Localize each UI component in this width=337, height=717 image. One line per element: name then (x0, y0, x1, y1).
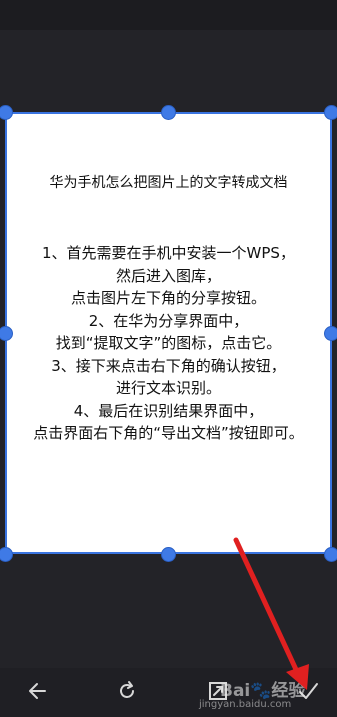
document-line: 进行文本识别。 (115, 379, 221, 397)
status-bar (0, 0, 337, 30)
crop-handle-top-right[interactable] (324, 105, 337, 120)
watermark-logo: Bai🐾经验 (220, 681, 306, 701)
crop-handle-bottom-right[interactable] (324, 547, 337, 562)
rotate-icon (120, 681, 134, 698)
document-line: 点击图片左下角的分享按钮。 (70, 289, 266, 307)
crop-handle-top-center[interactable] (161, 105, 176, 120)
crop-handle-bottom-left[interactable] (0, 547, 13, 562)
document-line: 3、接下来点击右下角的确认按钮， (51, 356, 286, 375)
document-line: 4、最后在识别结果界面中， (73, 401, 264, 420)
document-line: 点击界面右下角的“导出文档”按钮即可。 (33, 424, 304, 442)
back-button[interactable] (23, 676, 53, 706)
screen: 华为手机怎么把图片上的文字转成文档 1、首先需要在手机中安装一个WPS， 然后进… (0, 0, 337, 717)
document-line: 1、首先需要在手机中安装一个WPS， (42, 244, 295, 262)
watermark: Bai🐾经验 jingyan.baidu.com (196, 676, 334, 714)
back-arrow-icon (29, 683, 46, 699)
document-line: 找到“提取文字”的图标，点击它。 (55, 334, 282, 352)
document-line: 2、在华为分享界面中， (88, 311, 249, 330)
rotate-button[interactable] (112, 676, 142, 706)
document-title: 华为手机怎么把图片上的文字转成文档 (49, 175, 288, 191)
crop-area[interactable]: 华为手机怎么把图片上的文字转成文档 1、首先需要在手机中安装一个WPS， 然后进… (5, 112, 332, 554)
watermark-url: jingyan.baidu.com (199, 699, 292, 710)
crop-handle-bottom-center[interactable] (161, 547, 176, 562)
crop-handle-middle-right[interactable] (324, 326, 337, 341)
document-line: 然后进入图库， (115, 266, 221, 285)
document-text: 1、首先需要在手机中安装一个WPS， 然后进入图库， 点击图片左下角的分享按钮。… (7, 242, 330, 445)
